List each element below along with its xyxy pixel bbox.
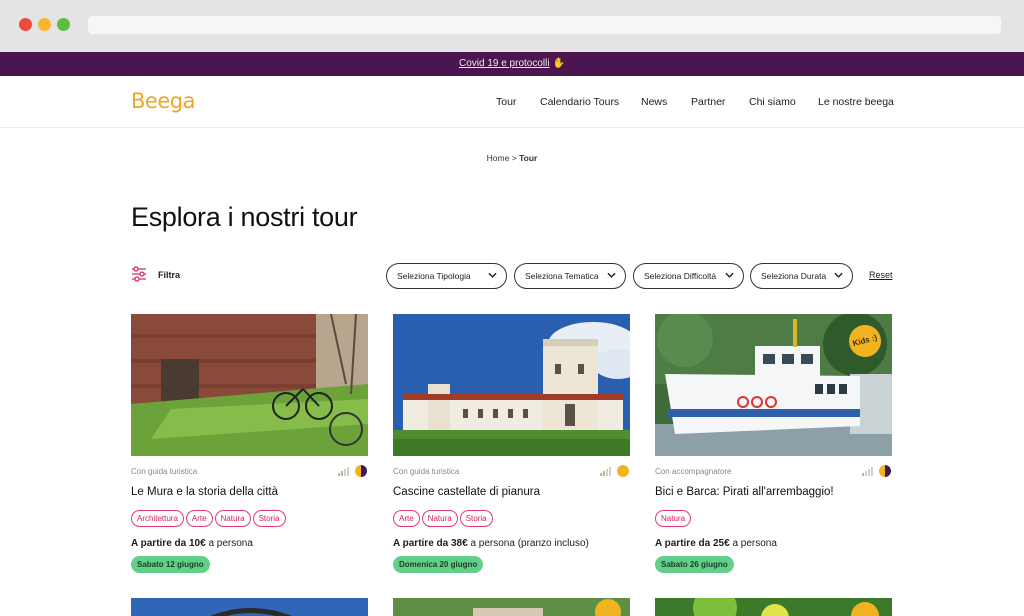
guide-type: Con accompagnatore <box>655 467 732 476</box>
difficulty-bars-icon <box>600 467 611 476</box>
price-suffix: a persona <box>732 538 777 549</box>
price-value: 38€ <box>450 538 468 549</box>
address-bar[interactable] <box>88 16 1001 34</box>
date-badge: Domenica 20 giugno <box>393 556 484 573</box>
select-difficolta-label: Seleziona Difficoltà <box>644 271 717 281</box>
nav-chi-siamo[interactable]: Chi siamo <box>749 96 796 108</box>
logo-text: Beeg <box>131 89 183 113</box>
reset-filters-link[interactable]: Reset <box>869 270 893 280</box>
nav-calendario-tours[interactable]: Calendario Tours <box>540 96 619 108</box>
tag-chip[interactable]: Natura <box>214 510 251 527</box>
tag-chip[interactable]: Arte <box>185 510 213 527</box>
tag-chip[interactable]: Storia <box>252 510 286 527</box>
tour-price: A partire da 25€ a persona <box>655 538 777 549</box>
price-suffix: a persona (pranzo incluso) <box>470 538 589 549</box>
logo-text-tail: a <box>182 89 196 113</box>
guide-type: Con guida turistica <box>393 467 460 476</box>
tag-chip[interactable]: Arte <box>393 510 420 527</box>
tour-card-image-partial[interactable] <box>131 598 368 616</box>
nav-news[interactable]: News <box>641 96 667 108</box>
covid-banner: Covid 19 e protocolli ✋ <box>0 52 1024 76</box>
price-value: 10€ <box>188 538 206 549</box>
breadcrumb: Home > Tour <box>0 153 1024 163</box>
tour-card[interactable]: Kids :) Con accompagnatore Bici e Barca:… <box>655 314 892 573</box>
tour-title[interactable]: Bici e Barca: Pirati all'arrembaggio! <box>655 486 834 498</box>
price-prefix: A partire da <box>131 538 187 549</box>
date-badge: Sabato 26 giugno <box>655 556 734 573</box>
tour-card[interactable]: Con guida turistica Le Mura e la storia … <box>131 314 368 573</box>
window-maximize-button[interactable] <box>57 18 70 31</box>
browser-chrome <box>0 0 1024 52</box>
select-difficolta[interactable]: Seleziona Difficoltà <box>633 263 744 289</box>
date-badge: Sabato 12 giugno <box>131 556 210 573</box>
price-prefix: A partire da <box>655 538 711 549</box>
site-header: Beega Tour Calendario Tours News Partner… <box>0 76 1024 128</box>
tag-chip[interactable]: Natura <box>655 510 692 527</box>
half-day-icon <box>355 465 367 477</box>
select-tematica[interactable]: Seleziona Tematica <box>514 263 626 289</box>
filter-sliders-icon[interactable] <box>131 266 147 282</box>
tour-card[interactable]: Con guida turistica Cascine castellate d… <box>393 314 630 573</box>
hand-icon: ✋ <box>552 58 566 69</box>
select-durata-label: Seleziona Durata <box>761 271 827 281</box>
select-tipologia[interactable]: Seleziona Tipologia <box>386 263 507 289</box>
nav-partner[interactable]: Partner <box>691 96 725 108</box>
tour-price: A partire da 38€ a persona (pranzo inclu… <box>393 538 589 549</box>
chevron-down-icon <box>607 272 616 278</box>
tag-chip[interactable]: Storia <box>459 510 493 527</box>
nav-le-nostre-beega[interactable]: Le nostre beega <box>818 96 894 108</box>
price-value: 25€ <box>712 538 730 549</box>
window-minimize-button[interactable] <box>38 18 51 31</box>
breadcrumb-separator: > <box>511 153 517 163</box>
price-prefix: A partire da <box>393 538 449 549</box>
breadcrumb-home[interactable]: Home <box>487 153 510 163</box>
chevron-down-icon <box>488 272 497 278</box>
tour-price: A partire da 10€ a persona <box>131 538 253 549</box>
chevron-down-icon <box>834 272 843 278</box>
select-tematica-label: Seleziona Tematica <box>525 271 599 281</box>
tag-list: Architettura Arte Natura Storia <box>131 508 288 527</box>
nav-tour[interactable]: Tour <box>496 96 516 108</box>
page-title: Esplora i nostri tour <box>131 202 358 232</box>
difficulty-bars-icon <box>862 467 873 476</box>
price-suffix: a persona <box>208 538 253 549</box>
tour-title[interactable]: Cascine castellate di pianura <box>393 486 540 498</box>
tour-card-image-partial[interactable] <box>655 598 892 616</box>
tag-list: Natura <box>655 508 693 527</box>
half-day-icon <box>879 465 891 477</box>
select-tipologia-label: Seleziona Tipologia <box>397 271 471 281</box>
window-close-button[interactable] <box>19 18 32 31</box>
tag-chip[interactable]: Natura <box>421 510 458 527</box>
tour-card-image-partial[interactable] <box>393 598 630 616</box>
tag-chip[interactable]: Architettura <box>131 510 184 527</box>
covid-protocol-link[interactable]: Covid 19 e protocolli <box>459 58 550 69</box>
tour-image[interactable]: Kids :) <box>655 314 892 456</box>
beega-logo[interactable]: Beega <box>131 89 195 113</box>
tour-image[interactable] <box>131 314 368 456</box>
web-page: Covid 19 e protocolli ✋ Beega Tour Calend… <box>0 52 1024 616</box>
guide-type: Con guida turistica <box>131 467 198 476</box>
tour-image[interactable] <box>393 314 630 456</box>
filter-label[interactable]: Filtra <box>158 270 180 280</box>
tag-list: Arte Natura Storia <box>393 508 495 527</box>
breadcrumb-current: Tour <box>519 153 538 163</box>
tour-title[interactable]: Le Mura e la storia della città <box>131 486 278 498</box>
full-day-icon <box>617 465 629 477</box>
select-durata[interactable]: Seleziona Durata <box>750 263 853 289</box>
chevron-down-icon <box>725 272 734 278</box>
difficulty-bars-icon <box>338 467 349 476</box>
